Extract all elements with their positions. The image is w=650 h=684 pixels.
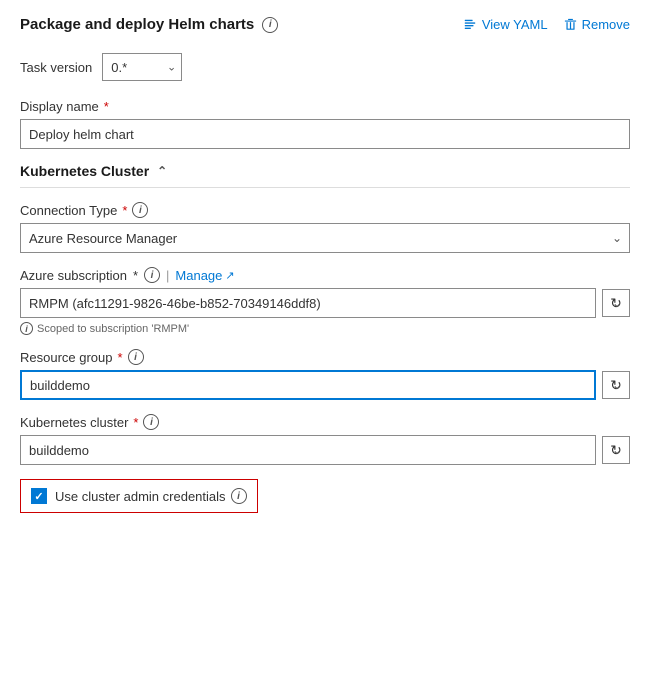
- kubernetes-cluster-refresh-icon: ↻: [610, 442, 622, 459]
- page-title-text: Package and deploy Helm charts: [20, 16, 254, 33]
- use-cluster-admin-info-icon[interactable]: i: [231, 488, 247, 504]
- azure-subscription-refresh-button[interactable]: ↻: [602, 289, 630, 317]
- resource-group-field-group: Resource group * i builddemo ⌄ ↻: [20, 349, 630, 400]
- resource-group-refresh-icon: ↻: [610, 377, 622, 394]
- resource-group-label: Resource group * i: [20, 349, 630, 365]
- page-title: Package and deploy Helm charts i: [20, 16, 278, 33]
- task-version-row: Task version 0.* ⌄: [20, 53, 630, 81]
- scoped-note: i Scoped to subscription 'RMPM': [20, 322, 630, 335]
- scoped-note-icon: i: [20, 322, 33, 335]
- azure-subscription-info-icon[interactable]: i: [144, 267, 160, 283]
- resource-group-required: *: [118, 350, 123, 365]
- kubernetes-cluster-select[interactable]: builddemo: [20, 435, 596, 465]
- checkbox-check-icon: ✓: [34, 490, 43, 503]
- kubernetes-cluster-select-wrapper: builddemo ⌄ ↻: [20, 435, 630, 465]
- display-name-label: Display name *: [20, 99, 630, 114]
- remove-label: Remove: [582, 17, 630, 32]
- remove-icon: [564, 18, 577, 31]
- resource-group-refresh-button[interactable]: ↻: [602, 371, 630, 399]
- kubernetes-cluster-info-icon[interactable]: i: [143, 414, 159, 430]
- remove-button[interactable]: Remove: [564, 17, 630, 32]
- resource-group-label-text: Resource group: [20, 350, 113, 365]
- task-version-select[interactable]: 0.*: [102, 53, 182, 81]
- azure-subscription-refresh-icon: ↻: [610, 295, 622, 312]
- azure-subscription-label-text: Azure subscription: [20, 268, 127, 283]
- resource-group-info-icon[interactable]: i: [128, 349, 144, 365]
- manage-link[interactable]: Manage ↗: [175, 268, 234, 283]
- kubernetes-cluster-label: Kubernetes cluster * i: [20, 414, 630, 430]
- kubernetes-cluster-label-text: Kubernetes cluster: [20, 415, 128, 430]
- use-cluster-admin-label-text: Use cluster admin credentials: [55, 489, 226, 504]
- kubernetes-section-label: Kubernetes Cluster: [20, 163, 149, 179]
- azure-subscription-label-row: Azure subscription * i | Manage ↗: [20, 267, 630, 283]
- resource-group-select-wrapper: builddemo ⌄ ↻: [20, 370, 630, 400]
- page-info-icon[interactable]: i: [262, 17, 278, 33]
- use-cluster-admin-container[interactable]: ✓ Use cluster admin credentials i: [20, 479, 258, 513]
- connection-type-label: Connection Type * i: [20, 202, 630, 218]
- kubernetes-collapse-icon[interactable]: ⌃: [157, 164, 167, 178]
- external-link-icon: ↗: [225, 269, 234, 282]
- display-name-required: *: [104, 99, 109, 114]
- connection-type-required: *: [122, 203, 127, 218]
- task-version-label: Task version: [20, 60, 92, 75]
- task-version-select-wrapper: 0.* ⌄: [102, 53, 182, 81]
- view-yaml-button[interactable]: View YAML: [463, 17, 548, 32]
- display-name-label-text: Display name: [20, 99, 99, 114]
- view-yaml-label: View YAML: [482, 17, 548, 32]
- header-actions: View YAML Remove: [463, 17, 630, 32]
- manage-link-text: Manage: [175, 268, 222, 283]
- use-cluster-admin-checkbox[interactable]: ✓: [31, 488, 47, 504]
- connection-type-info-icon[interactable]: i: [132, 202, 148, 218]
- display-name-group: Display name *: [20, 99, 630, 149]
- connection-type-select[interactable]: Azure Resource Manager Kubernetes Servic…: [20, 223, 630, 253]
- kubernetes-section-heading: Kubernetes Cluster ⌃: [20, 163, 630, 188]
- page-header: Package and deploy Helm charts i View YA…: [20, 16, 630, 33]
- connection-type-label-text: Connection Type: [20, 203, 117, 218]
- azure-subscription-group: Azure subscription * i | Manage ↗ RMPM (…: [20, 267, 630, 335]
- display-name-input[interactable]: [20, 119, 630, 149]
- yaml-icon: [463, 18, 477, 32]
- kubernetes-cluster-required: *: [133, 415, 138, 430]
- azure-subscription-required: *: [133, 268, 138, 283]
- connection-type-select-wrapper: Azure Resource Manager Kubernetes Servic…: [20, 223, 630, 253]
- divider-pipe: |: [166, 268, 169, 283]
- resource-group-select[interactable]: builddemo: [20, 370, 596, 400]
- scoped-note-text: Scoped to subscription 'RMPM': [37, 323, 189, 335]
- kubernetes-cluster-field-group: Kubernetes cluster * i builddemo ⌄ ↻: [20, 414, 630, 465]
- use-cluster-admin-label: Use cluster admin credentials i: [55, 488, 247, 504]
- azure-subscription-select-wrapper: RMPM (afc11291-9826-46be-b852-70349146dd…: [20, 288, 630, 318]
- kubernetes-cluster-refresh-button[interactable]: ↻: [602, 436, 630, 464]
- azure-subscription-select[interactable]: RMPM (afc11291-9826-46be-b852-70349146dd…: [20, 288, 596, 318]
- connection-type-group: Connection Type * i Azure Resource Manag…: [20, 202, 630, 253]
